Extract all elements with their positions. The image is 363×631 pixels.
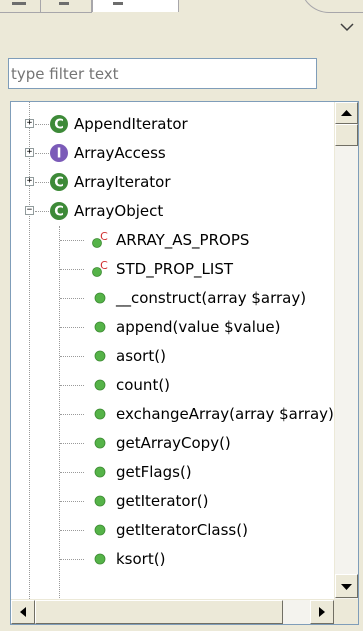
tree-viewport: + C AppendIterator + I ArrayAccess + C ArrayIter… (11, 102, 334, 599)
tree-item[interactable]: getIteratorClass() (11, 516, 334, 545)
tree-item-label: count() (116, 376, 171, 394)
tree-item[interactable]: getArrayCopy() (11, 429, 334, 458)
tab-2[interactable] (41, 0, 92, 13)
tree-item-label: ArrayAccess (74, 144, 166, 162)
tab-curve (300, 0, 363, 13)
tab-3-active[interactable] (92, 0, 179, 12)
tree-item[interactable]: append(value $value) (11, 313, 334, 342)
tree-item[interactable]: getIterator() (11, 487, 334, 516)
tab-1[interactable] (0, 0, 41, 13)
tree-item-label: asort() (116, 347, 166, 365)
svg-text:I: I (57, 147, 62, 162)
tree-connector (60, 356, 84, 357)
arrow-right-icon (319, 607, 325, 617)
tree-connector (35, 211, 49, 212)
scroll-down-button[interactable] (335, 574, 358, 598)
tree-item-label: exchangeArray(array $array) (116, 405, 334, 423)
tree-item-label: getIterator() (116, 492, 209, 510)
method-icon (94, 379, 106, 391)
method-icon (94, 466, 106, 478)
constant-icon: C (92, 230, 108, 248)
tree-item[interactable]: − C ArrayObject (11, 197, 334, 226)
constant-icon: C (92, 259, 108, 277)
tree-connector (35, 153, 49, 154)
class-icon: C (50, 202, 68, 220)
tree-item[interactable]: + C ArrayIterator (11, 168, 334, 197)
vertical-scroll-thumb[interactable] (335, 124, 358, 146)
tree-item-label: append(value $value) (116, 318, 281, 336)
tree-item[interactable]: __construct(array $array) (11, 284, 334, 313)
tree-connector (60, 240, 84, 241)
expand-icon[interactable]: + (25, 148, 34, 157)
expand-icon[interactable]: + (25, 177, 34, 186)
tree-connector (60, 385, 84, 386)
collapse-icon[interactable]: − (25, 206, 34, 215)
tree-item-label: getIteratorClass() (116, 521, 248, 539)
svg-text:C: C (54, 176, 64, 191)
method-icon (94, 321, 106, 333)
class-icon: C (50, 115, 68, 133)
view-tab-strip (0, 0, 363, 14)
tree-item[interactable]: + C AppendIterator (11, 110, 334, 139)
tree-connector (60, 414, 84, 415)
tree-item[interactable]: asort() (11, 342, 334, 371)
method-icon (94, 437, 106, 449)
method-icon (94, 408, 106, 420)
tree-item[interactable]: C STD_PROP_LIST (11, 255, 334, 284)
tree-connector (60, 559, 84, 560)
tree-item[interactable]: + I ArrayAccess (11, 139, 334, 168)
tree-connector (60, 327, 84, 328)
tree-connector (35, 124, 49, 125)
tree-item-label: getFlags() (116, 463, 192, 481)
svg-text:C: C (100, 259, 108, 272)
vertical-scrollbar[interactable] (334, 102, 358, 599)
horizontal-scroll-thumb[interactable] (35, 600, 283, 624)
outline-tree: + C AppendIterator + I ArrayAccess + C ArrayIter… (10, 101, 359, 625)
tree-item-label: ARRAY_AS_PROPS (116, 231, 250, 249)
tree-item[interactable]: count() (11, 371, 334, 400)
tree-item[interactable]: ksort() (11, 545, 334, 574)
arrow-down-icon (341, 584, 352, 590)
scroll-right-button[interactable] (310, 600, 334, 624)
scroll-left-button[interactable] (11, 600, 35, 624)
method-icon (94, 524, 106, 536)
tree-item-label: ArrayIterator (74, 173, 171, 191)
tree-connector (35, 182, 49, 183)
interface-icon: I (50, 144, 68, 162)
tree-item-label: __construct(array $array) (116, 289, 307, 307)
method-icon (94, 495, 106, 507)
tree-item-label: ksort() (116, 550, 166, 568)
tree-item[interactable]: getFlags() (11, 458, 334, 487)
tree-item-label: getArrayCopy() (116, 434, 231, 452)
class-icon: C (50, 173, 68, 191)
tree-connector (60, 298, 84, 299)
svg-text:C: C (54, 118, 64, 133)
svg-text:C: C (100, 230, 108, 243)
tree-connector (60, 501, 84, 502)
tree-item-label: AppendIterator (74, 115, 188, 133)
tree-connector (60, 530, 84, 531)
tree-item-label: ArrayObject (74, 202, 164, 220)
tree-connector (60, 443, 84, 444)
tree-item[interactable]: exchangeArray(array $array) (11, 400, 334, 429)
tree-connector (60, 472, 84, 473)
scrollbar-corner (334, 599, 358, 624)
tree-item[interactable]: C ARRAY_AS_PROPS (11, 226, 334, 255)
arrow-up-icon (341, 110, 352, 116)
view-menu-button[interactable] (338, 18, 356, 36)
tree-connector (60, 269, 84, 270)
tree-item-label: STD_PROP_LIST (116, 260, 234, 278)
scroll-up-button[interactable] (335, 102, 358, 124)
filter-input[interactable] (8, 58, 317, 89)
method-icon (94, 292, 106, 304)
chevron-down-icon (340, 23, 354, 32)
svg-text:C: C (54, 205, 64, 220)
method-icon (94, 350, 106, 362)
expand-icon[interactable]: + (25, 119, 34, 128)
horizontal-scrollbar[interactable] (11, 599, 334, 624)
arrow-left-icon (20, 607, 26, 617)
method-icon (94, 553, 106, 565)
